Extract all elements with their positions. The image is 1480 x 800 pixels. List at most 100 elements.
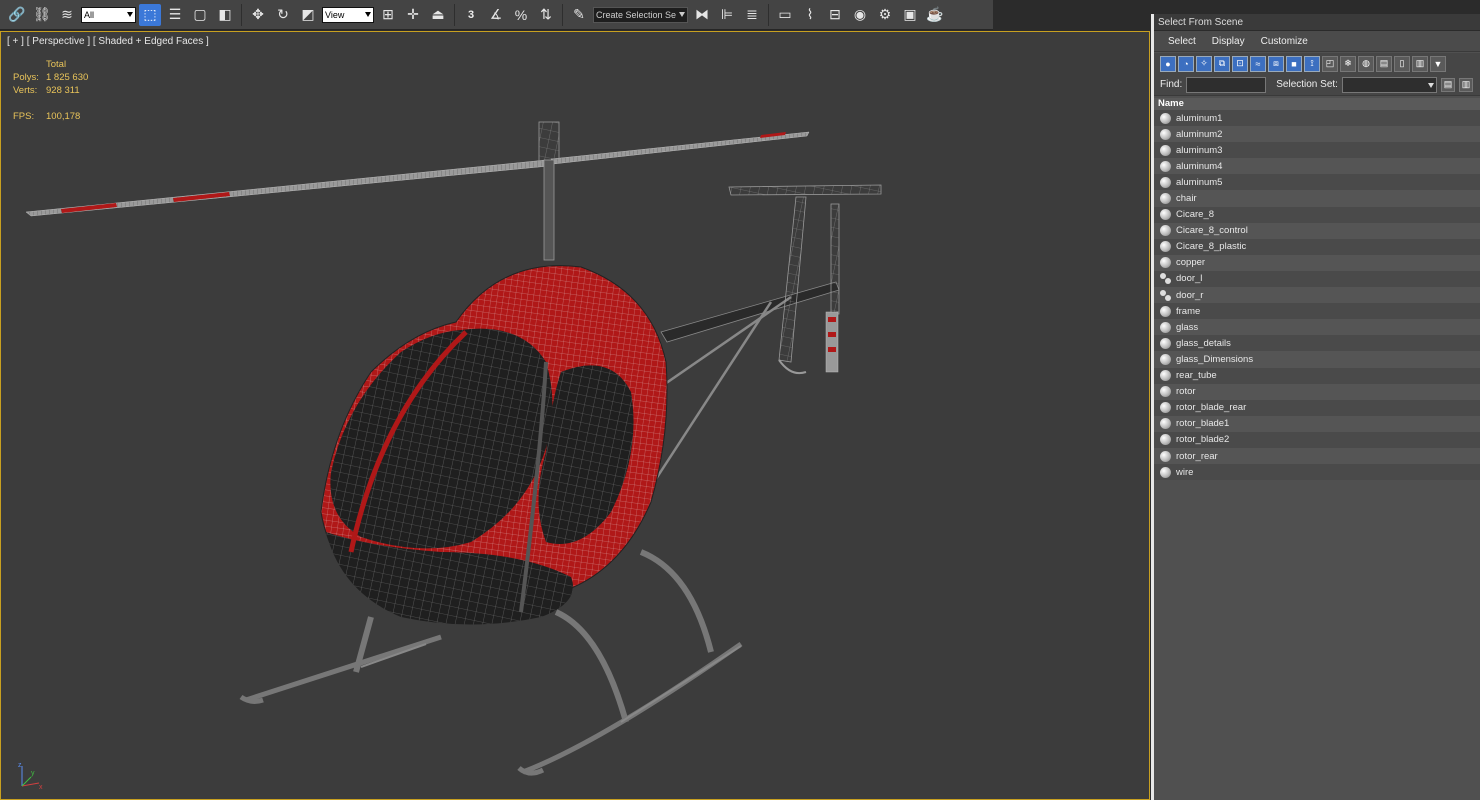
scene-object-row[interactable]: rear_tube bbox=[1154, 367, 1480, 384]
menu-select[interactable]: Select bbox=[1168, 36, 1196, 47]
display-cameras-icon[interactable]: ⧉ bbox=[1214, 55, 1230, 72]
display-shapes-icon[interactable]: ◔ bbox=[1178, 55, 1194, 72]
reference-coord-dropdown[interactable]: View bbox=[322, 6, 374, 23]
display-bones-icon[interactable]: ⟟ bbox=[1304, 55, 1320, 72]
material-editor-icon[interactable]: ◉ bbox=[849, 4, 871, 26]
edit-named-sets-icon[interactable]: ✎ bbox=[568, 4, 590, 26]
dialog-title[interactable]: Select From Scene bbox=[1154, 14, 1480, 31]
selection-filter-dropdown[interactable]: All bbox=[81, 6, 136, 23]
select-none-icon[interactable]: ▯ bbox=[1394, 55, 1410, 72]
display-groups-icon[interactable]: ⧈ bbox=[1268, 55, 1284, 72]
column-header-name[interactable]: Name bbox=[1154, 98, 1480, 110]
unlink-icon[interactable]: ⛓ bbox=[31, 4, 53, 26]
ribbon-icon[interactable]: ▭ bbox=[774, 4, 796, 26]
scene-object-name: rotor_rear bbox=[1176, 450, 1218, 462]
named-selection-set-dropdown[interactable]: Create Selection Se bbox=[593, 6, 688, 23]
scene-object-row[interactable]: copper bbox=[1154, 254, 1480, 271]
display-xrefs-icon[interactable]: ■ bbox=[1286, 55, 1302, 72]
display-hidden-icon[interactable]: ◍ bbox=[1358, 55, 1374, 72]
scale-icon[interactable]: ◩ bbox=[297, 4, 319, 26]
render-setup-icon[interactable]: ⚙ bbox=[874, 4, 896, 26]
main-rotor[interactable] bbox=[25, 121, 810, 261]
display-lights-icon[interactable]: ✧ bbox=[1196, 55, 1212, 72]
axis-y-label: y bbox=[31, 770, 35, 777]
find-input[interactable] bbox=[1186, 76, 1267, 93]
scene-object-name: glass_details bbox=[1176, 337, 1231, 349]
menu-display[interactable]: Display bbox=[1212, 36, 1245, 47]
angle-snap-icon[interactable]: ∡ bbox=[485, 4, 507, 26]
rotate-icon[interactable]: ↻ bbox=[272, 4, 294, 26]
window-crossing-icon[interactable]: ◧ bbox=[214, 4, 236, 26]
scene-object-row[interactable]: Cicare_8_plastic bbox=[1154, 238, 1480, 255]
selection-set-add-icon[interactable]: ▤ bbox=[1440, 77, 1455, 92]
link-icon[interactable]: 🔗 bbox=[6, 4, 28, 26]
scene-object-name: rotor_blade1 bbox=[1176, 418, 1230, 430]
move-icon[interactable]: ✥ bbox=[247, 4, 269, 26]
select-object-icon[interactable]: ⬚ bbox=[139, 3, 161, 26]
display-geometry-icon[interactable]: ● bbox=[1160, 55, 1176, 72]
snap-toggle-icon[interactable]: 3 bbox=[460, 4, 482, 26]
scene-object-row[interactable]: rotor_blade1 bbox=[1154, 415, 1480, 432]
geometry-object-icon bbox=[1160, 193, 1171, 205]
keyboard-shortcut-icon[interactable]: ⏏ bbox=[427, 4, 449, 26]
selection-set-label: Selection Set: bbox=[1276, 79, 1338, 90]
perspective-viewport[interactable]: [ + ] [ Perspective ] [ Shaded + Edged F… bbox=[0, 31, 1150, 800]
selection-set-remove-icon[interactable]: ▥ bbox=[1458, 77, 1473, 92]
scene-object-row[interactable]: frame bbox=[1154, 303, 1480, 320]
scene-object-row[interactable]: glass_Dimensions bbox=[1154, 351, 1480, 368]
scene-object-row[interactable]: aluminum2 bbox=[1154, 126, 1480, 143]
scene-object-name: Cicare_8_control bbox=[1176, 225, 1248, 237]
filter-toolbar: ● ◔ ✧ ⧉ ⊡ ≈ ⧈ ■ ⟟ ◰ ❄ ◍ ▤ ▯ ▥ ▼ bbox=[1154, 53, 1480, 74]
select-by-name-icon[interactable]: ☰ bbox=[164, 4, 186, 26]
geometry-object-icon bbox=[1160, 450, 1171, 462]
scene-object-row[interactable]: rotor bbox=[1154, 383, 1480, 400]
selection-set-dropdown[interactable] bbox=[1341, 76, 1437, 93]
select-from-scene-dialog: Select From Scene Select Display Customi… bbox=[1151, 14, 1480, 800]
align-icon[interactable]: ⊫ bbox=[716, 4, 738, 26]
scene-object-row[interactable]: glass bbox=[1154, 319, 1480, 336]
layer-icon[interactable]: ≣ bbox=[741, 4, 763, 26]
manipulate-icon[interactable]: ✛ bbox=[402, 4, 424, 26]
axis-z-label: z bbox=[18, 762, 22, 769]
scene-object-row[interactable]: door_r bbox=[1154, 287, 1480, 304]
display-spacewarps-icon[interactable]: ≈ bbox=[1250, 55, 1266, 72]
filter-icon[interactable]: ▼ bbox=[1430, 55, 1446, 72]
scene-object-row[interactable]: Cicare_8_control bbox=[1154, 222, 1480, 239]
display-containers-icon[interactable]: ◰ bbox=[1322, 55, 1338, 72]
scene-object-row[interactable]: door_l bbox=[1154, 270, 1480, 288]
scene-object-row[interactable]: aluminum1 bbox=[1154, 110, 1480, 127]
bind-spacewarp-icon[interactable]: ≋ bbox=[56, 4, 78, 26]
scene-object-row[interactable]: wire bbox=[1154, 464, 1480, 481]
scene-object-name: rotor bbox=[1176, 386, 1196, 398]
tail-boom[interactable] bbox=[639, 184, 882, 503]
scene-object-row[interactable]: aluminum4 bbox=[1154, 158, 1480, 175]
pivot-icon[interactable]: ⊞ bbox=[377, 4, 399, 26]
rect-region-icon[interactable]: ▢ bbox=[189, 4, 211, 26]
render-icon[interactable]: ☕ bbox=[924, 4, 946, 26]
scene-object-row[interactable]: aluminum3 bbox=[1154, 142, 1480, 159]
render-frame-icon[interactable]: ▣ bbox=[899, 4, 921, 26]
mirror-icon[interactable]: ⧓ bbox=[691, 4, 713, 26]
geometry-object-icon bbox=[1160, 370, 1171, 382]
scene-object-name: Cicare_8 bbox=[1176, 209, 1215, 221]
scene-object-row[interactable]: rotor_blade2 bbox=[1154, 431, 1480, 448]
named-selection-set-value: Create Selection Se bbox=[596, 9, 677, 20]
display-frozen-icon[interactable]: ❄ bbox=[1340, 55, 1356, 72]
spinner-snap-icon[interactable]: ⇅ bbox=[535, 4, 557, 26]
scene-object-row[interactable]: Cicare_8 bbox=[1154, 206, 1480, 223]
select-invert-icon[interactable]: ▥ bbox=[1412, 55, 1428, 72]
menu-customize[interactable]: Customize bbox=[1261, 36, 1308, 47]
scene-object-row[interactable]: aluminum5 bbox=[1154, 174, 1480, 191]
display-helpers-icon[interactable]: ⊡ bbox=[1232, 55, 1248, 72]
graph-editor-icon[interactable]: ⌇ bbox=[799, 4, 821, 26]
scene-object-row[interactable]: glass_details bbox=[1154, 335, 1480, 352]
select-all-icon[interactable]: ▤ bbox=[1376, 55, 1392, 72]
scene-object-row[interactable]: rotor_blade_rear bbox=[1154, 399, 1480, 416]
scene-object-row[interactable]: chair bbox=[1154, 190, 1480, 207]
percent-snap-icon[interactable]: % bbox=[510, 4, 532, 26]
schematic-icon[interactable]: ⊟ bbox=[824, 4, 846, 26]
scene-object-row[interactable]: rotor_rear bbox=[1154, 447, 1480, 465]
helicopter-model[interactable] bbox=[1, 32, 1149, 799]
geometry-object-icon bbox=[1160, 209, 1171, 221]
cabin[interactable] bbox=[320, 265, 668, 625]
